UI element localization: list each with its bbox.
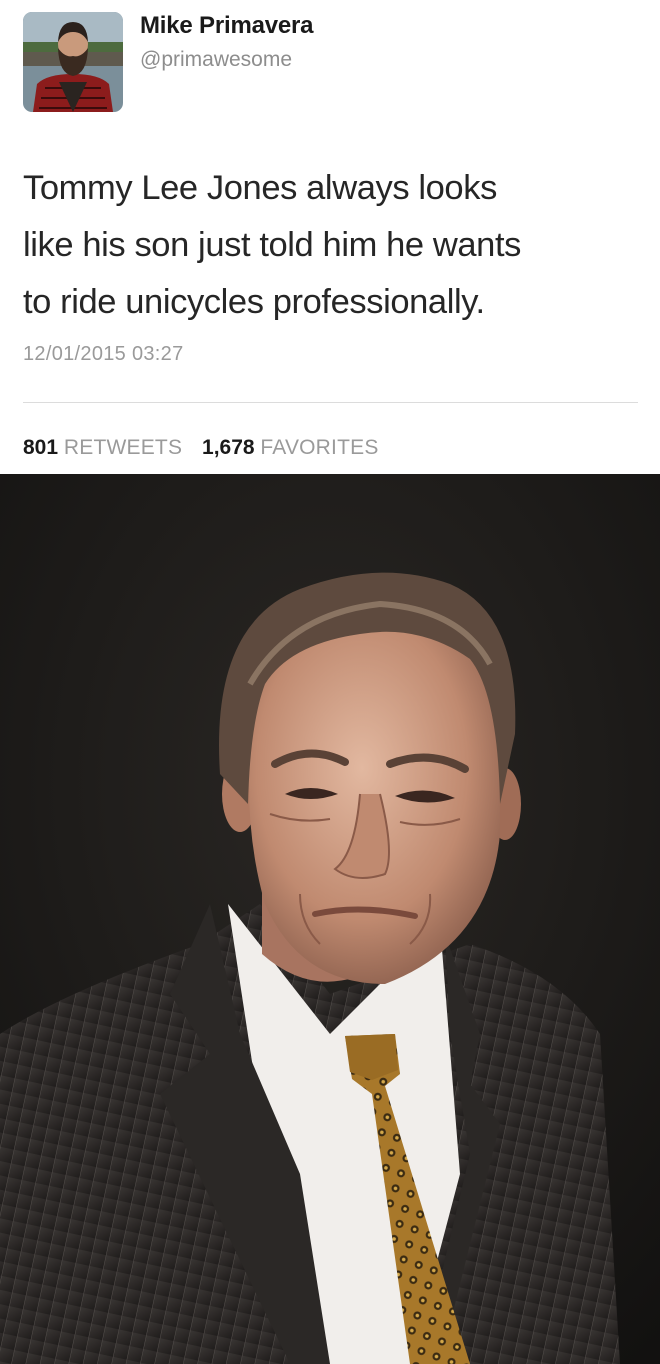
author-display-name[interactable]: Mike Primavera [140,12,314,40]
portrait-photo [0,474,660,1364]
divider [23,402,638,403]
tweet-timestamp[interactable]: 12/01/2015 03:27 [23,343,184,366]
retweets-stat[interactable]: 801 RETWEETS [23,436,202,459]
tweet-text-line: to ride unicycles professionally. [23,283,485,321]
tweet-card: Mike Primavera @primawesome Tommy Lee Jo… [0,0,660,474]
tweet-stats: 801 RETWEETS 1,678 FAVORITES [23,436,393,460]
author-handle[interactable]: @primawesome [140,48,292,72]
portrait-image [0,474,660,1364]
retweets-count: 801 [23,436,59,459]
favorites-stat[interactable]: 1,678 FAVORITES [202,436,393,459]
tweet-text-line: like his son just told him he wants [23,226,521,264]
favorites-count: 1,678 [202,436,255,459]
tweet-text: Tommy Lee Jones always looks like his so… [23,160,648,331]
avatar-photo-icon [23,12,123,112]
tweet-text-line: Tommy Lee Jones always looks [23,169,497,207]
retweets-label: RETWEETS [63,436,183,459]
favorites-label: FAVORITES [260,436,379,459]
user-avatar[interactable] [23,12,123,112]
